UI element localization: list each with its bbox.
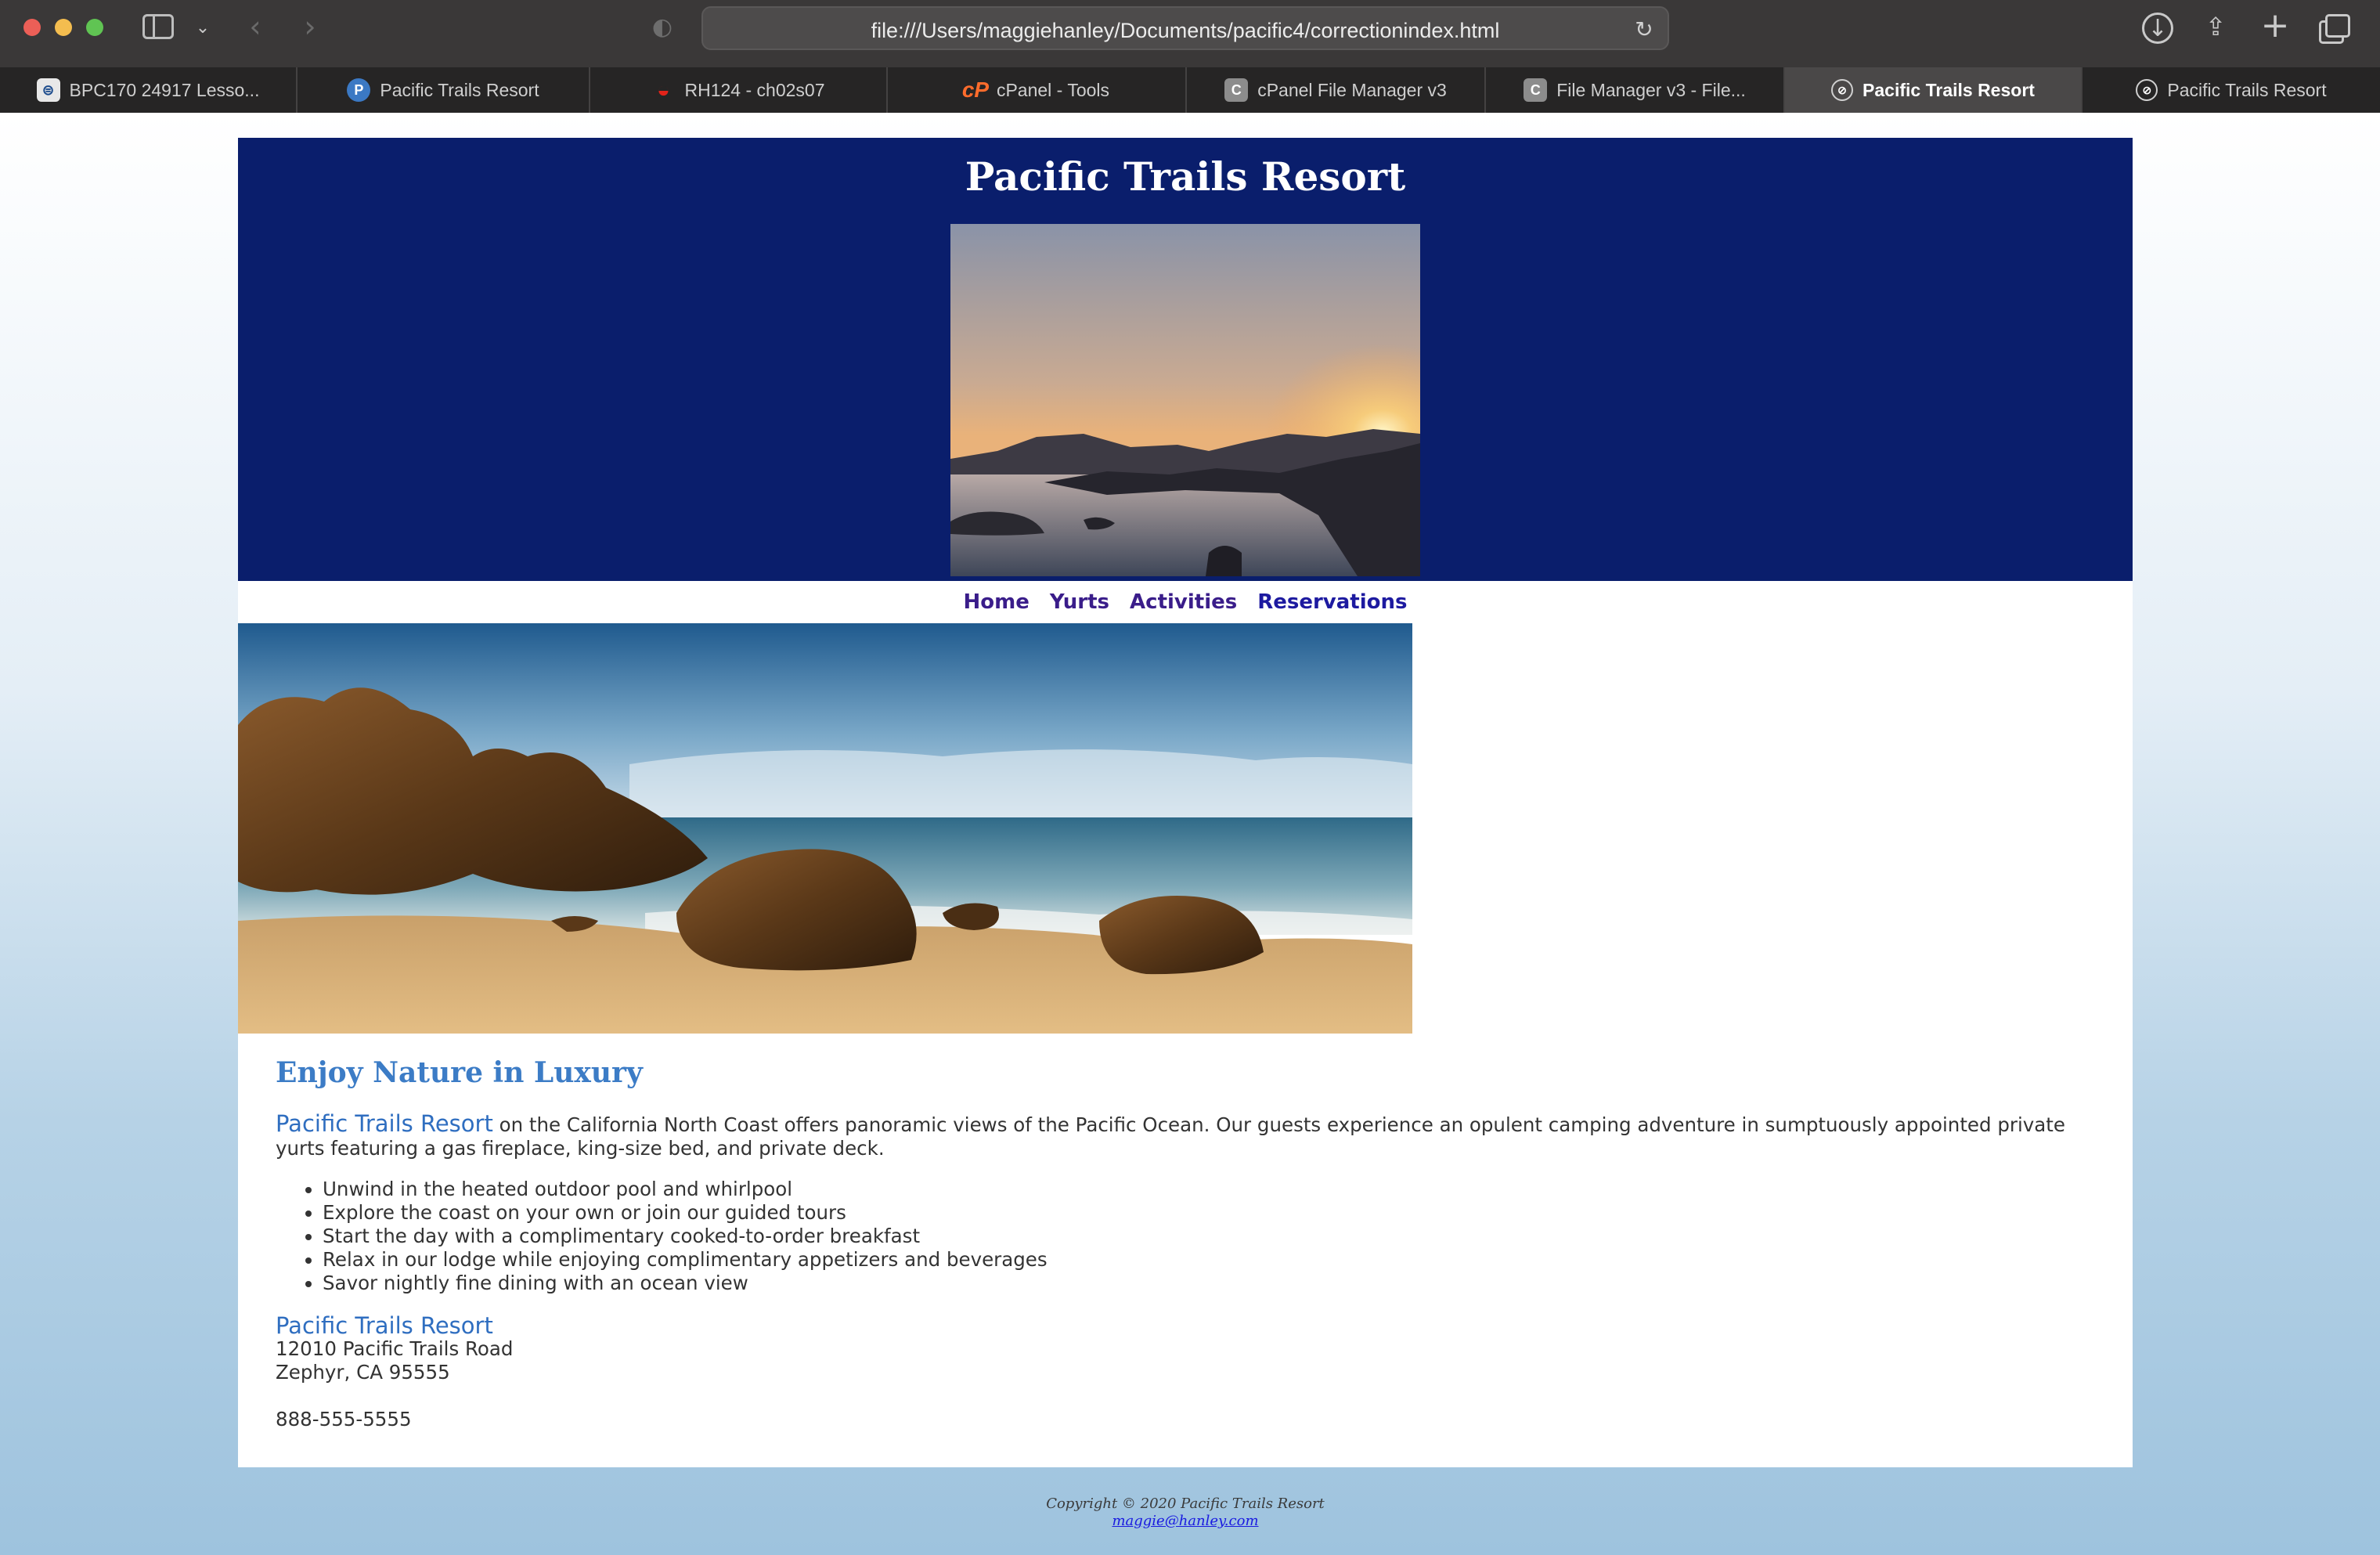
privacy-shield-icon[interactable]: ◐ bbox=[648, 13, 676, 41]
main-content: Enjoy Nature in Luxury Pacific Trails Re… bbox=[276, 1054, 2108, 1431]
url-text[interactable]: file:///Users/maggiehanley/Documents/pac… bbox=[703, 19, 1668, 43]
contact-city: Zephyr, CA 95555 bbox=[276, 1361, 450, 1384]
compass-icon: ⊘ bbox=[2136, 79, 2158, 101]
sunset-image bbox=[950, 224, 1420, 576]
pearson-icon: P bbox=[347, 78, 371, 102]
new-tab-icon[interactable]: + bbox=[2259, 5, 2291, 45]
tab-label: Pacific Trails Resort bbox=[1863, 79, 2035, 100]
site-header: Pacific Trails Resort bbox=[238, 138, 2133, 581]
contact-phone: 888-555-5555 bbox=[276, 1408, 412, 1431]
tab-label: Pacific Trails Resort bbox=[2167, 79, 2327, 100]
tab-pacific-trails-active[interactable]: ⊘ Pacific Trails Resort bbox=[1785, 67, 2082, 113]
tab-pacific-trails-1[interactable]: P Pacific Trails Resort bbox=[298, 67, 590, 113]
nav-reservations-link[interactable]: Reservations bbox=[1257, 590, 1407, 614]
c-icon: C bbox=[1524, 78, 1548, 102]
tab-label: cPanel - Tools bbox=[996, 79, 1110, 100]
intro-resort-name: Pacific Trails Resort bbox=[276, 1110, 493, 1137]
list-item: Explore the coast on your own or join ou… bbox=[323, 1201, 2108, 1225]
compass-icon: ⊘ bbox=[1831, 79, 1854, 101]
list-item: Savor nightly fine dining with an ocean … bbox=[323, 1272, 2108, 1295]
zoom-window-button[interactable] bbox=[86, 19, 103, 36]
intro-paragraph: Pacific Trails Resort on the California … bbox=[276, 1112, 2108, 1160]
tab-file-manager-v3[interactable]: C File Manager v3 - File... bbox=[1486, 67, 1785, 113]
page-heading: Enjoy Nature in Luxury bbox=[276, 1056, 643, 1089]
reload-icon[interactable]: ↻ bbox=[1632, 16, 1657, 42]
minimize-window-button[interactable] bbox=[55, 19, 72, 36]
downloads-icon[interactable]: ↓ bbox=[2142, 13, 2173, 44]
list-item: Relax in our lodge while enjoying compli… bbox=[323, 1248, 2108, 1272]
nav-activities-link[interactable]: Activities bbox=[1130, 590, 1237, 614]
nav-yurts-link[interactable]: Yurts bbox=[1050, 590, 1109, 614]
footer-email-link[interactable]: maggie@hanley.com bbox=[1112, 1513, 1258, 1529]
page-wrapper: Pacific Trails Resort Home Yurts Activit… bbox=[238, 138, 2133, 1467]
page-footer: Copyright © 2020 Pacific Trails Resort m… bbox=[238, 1495, 2133, 1530]
tab-label: Pacific Trails Resort bbox=[380, 79, 539, 100]
tab-strip: ⊜ BPC170 24917 Lesso... P Pacific Trails… bbox=[0, 67, 2380, 113]
tab-label: File Manager v3 - File... bbox=[1556, 79, 1746, 100]
tab-overview-icon[interactable] bbox=[2316, 11, 2350, 44]
tab-cpanel-tools[interactable]: cP cPanel - Tools bbox=[888, 67, 1187, 113]
back-icon[interactable]: ‹ bbox=[240, 9, 271, 44]
tab-label: BPC170 24917 Lesso... bbox=[69, 79, 260, 100]
tab-bpc170[interactable]: ⊜ BPC170 24917 Lesso... bbox=[0, 67, 298, 113]
site-title: Pacific Trails Resort bbox=[965, 153, 1406, 200]
tab-cpanel-file-manager[interactable]: C cPanel File Manager v3 bbox=[1187, 67, 1486, 113]
contact-resort-name: Pacific Trails Resort bbox=[276, 1312, 493, 1339]
nav-home-link[interactable]: Home bbox=[964, 590, 1030, 614]
beach-hero-image bbox=[238, 623, 1412, 1034]
tab-label: RH124 - ch02s07 bbox=[684, 79, 825, 100]
browser-toolbar: ⌄ ‹ › ◐ file:///Users/maggiehanley/Docum… bbox=[0, 0, 2380, 67]
footer-copyright: Copyright © 2020 Pacific Trails Resort bbox=[1046, 1495, 1325, 1512]
list-item: Unwind in the heated outdoor pool and wh… bbox=[323, 1178, 2108, 1201]
chevron-down-icon[interactable]: ⌄ bbox=[191, 14, 215, 41]
amenities-list: Unwind in the heated outdoor pool and wh… bbox=[276, 1178, 2108, 1295]
contact-block: Pacific Trails Resort 12010 Pacific Trai… bbox=[276, 1314, 2108, 1431]
c-icon: C bbox=[1224, 78, 1249, 102]
forward-icon[interactable]: › bbox=[294, 9, 326, 44]
address-bar[interactable]: file:///Users/maggiehanley/Documents/pac… bbox=[701, 6, 1669, 50]
intro-text: on the California North Coast offers pan… bbox=[276, 1113, 2065, 1160]
page-viewport: Pacific Trails Resort Home Yurts Activit… bbox=[0, 113, 2380, 1555]
main-nav: Home Yurts Activities Reservations bbox=[238, 581, 2133, 623]
close-window-button[interactable] bbox=[23, 19, 41, 36]
bpc-icon: ⊜ bbox=[36, 78, 60, 102]
sidebar-toggle-icon[interactable] bbox=[142, 14, 174, 39]
cpanel-icon: cP bbox=[961, 78, 990, 102]
tab-rh124[interactable]: ◒ RH124 - ch02s07 bbox=[590, 67, 888, 113]
redhat-icon: ◒ bbox=[657, 78, 670, 102]
list-item: Start the day with a complimentary cooke… bbox=[323, 1225, 2108, 1248]
contact-street: 12010 Pacific Trails Road bbox=[276, 1337, 514, 1360]
tab-pacific-trails-2[interactable]: ⊘ Pacific Trails Resort bbox=[2082, 67, 2380, 113]
tab-label: cPanel File Manager v3 bbox=[1257, 79, 1447, 100]
share-icon[interactable]: ⇪ bbox=[2200, 9, 2231, 44]
